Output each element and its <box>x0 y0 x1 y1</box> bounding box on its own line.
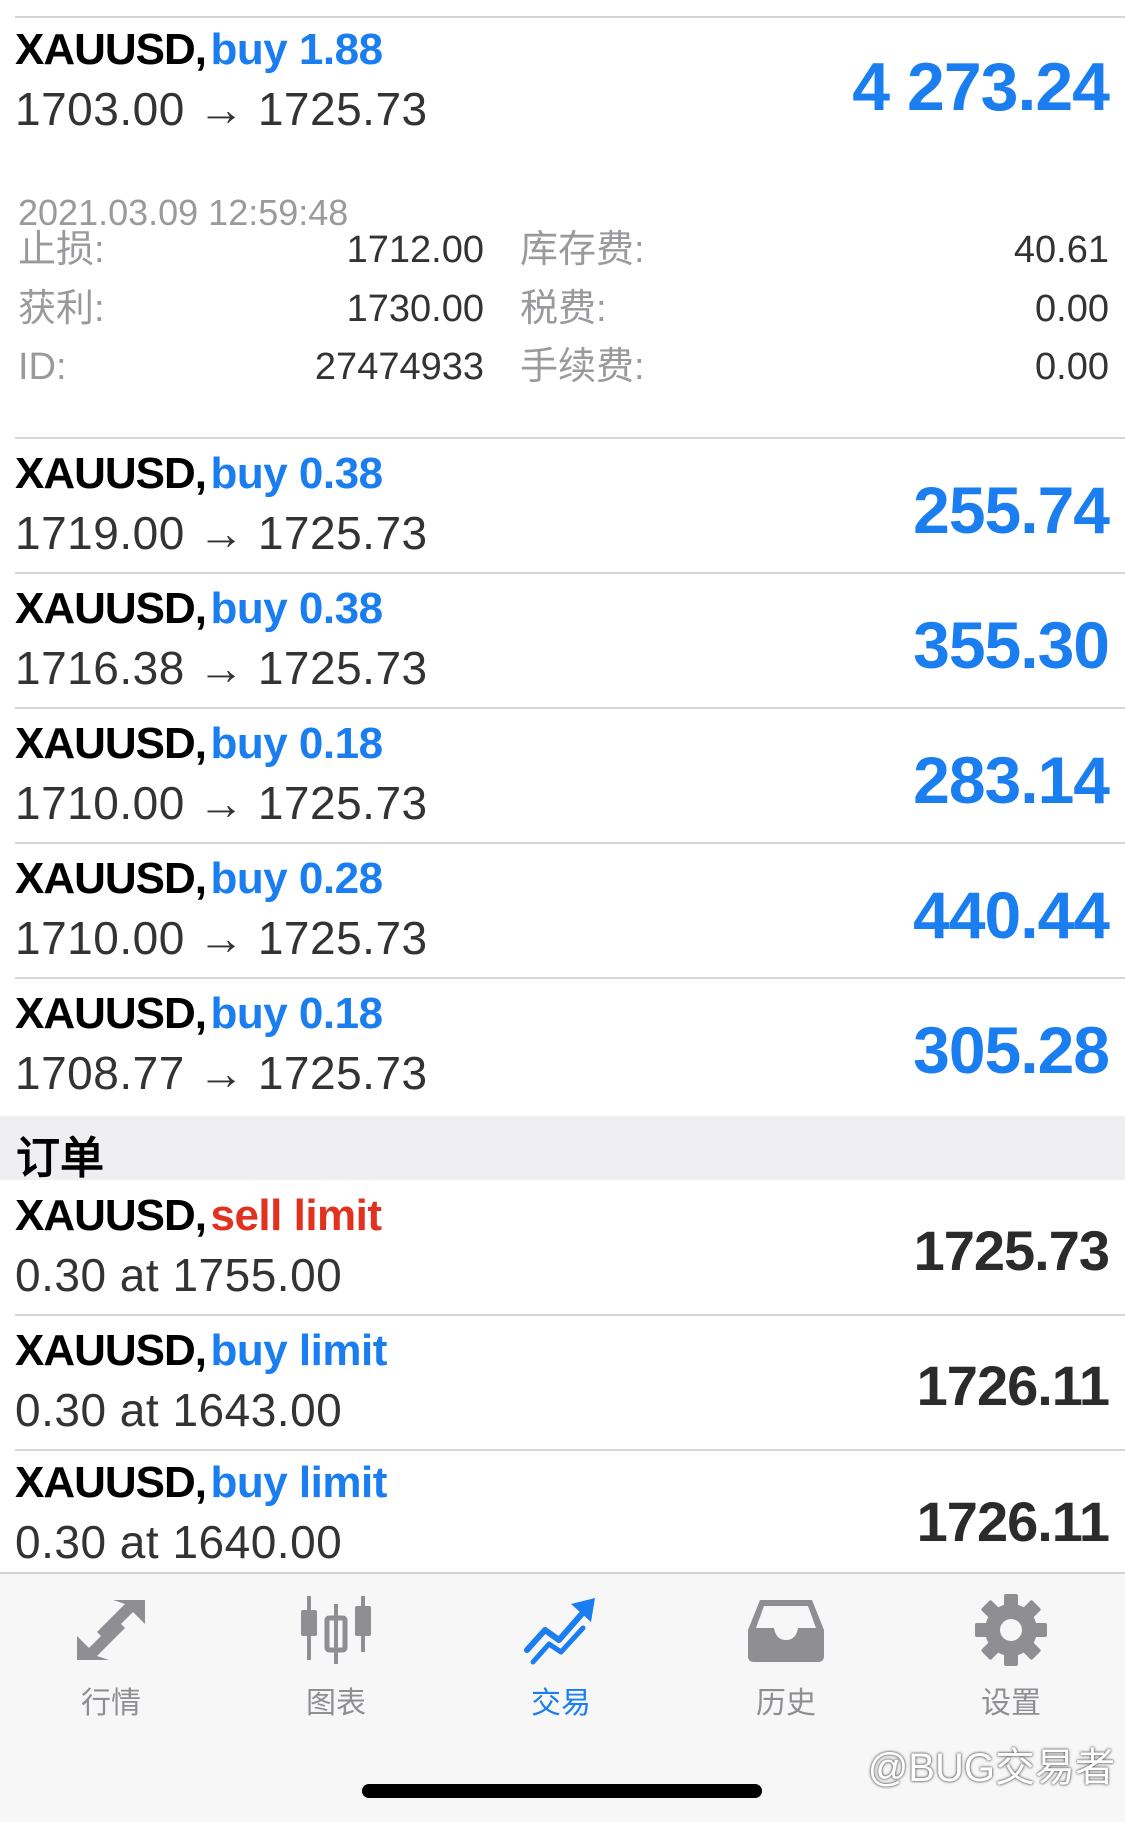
tax-label: 税费: <box>520 288 607 330</box>
open-price: 1710.00 <box>15 912 185 964</box>
order-row[interactable]: XAUUSD, buy limit 0.30 at 1640.00 1726.1… <box>0 1455 1125 1570</box>
tab-chart-label: 图表 <box>306 1687 366 1720</box>
position-side: buy 0.28 <box>210 854 383 903</box>
commission-value: 0.00 <box>1035 346 1109 388</box>
tab-settings-label: 设置 <box>981 1687 1041 1720</box>
order-market-price: 1726.11 <box>916 1354 1110 1417</box>
order-type: sell limit <box>210 1191 382 1240</box>
orders-section-header: 订单 <box>0 1116 1125 1183</box>
position-row[interactable]: XAUUSD, buy 0.38 1719.00 → 1725.73 255.7… <box>0 446 1125 571</box>
row-divider <box>15 842 1125 844</box>
row-divider <box>15 1314 1125 1316</box>
tab-trade-label: 交易 <box>531 1687 591 1720</box>
position-symbol: XAUUSD, <box>15 449 207 498</box>
current-price: 1725.73 <box>257 507 428 559</box>
tab-chart[interactable]: 图表 <box>256 1594 416 1722</box>
current-price: 1725.73 <box>257 83 428 135</box>
order-detail: 0.30 at 1755.00 <box>15 1249 343 1301</box>
position-row[interactable]: XAUUSD, buy 0.28 1710.00 → 1725.73 440.4… <box>0 851 1125 976</box>
tab-history[interactable]: 历史 <box>706 1594 866 1722</box>
order-detail: 0.30 at 1640.00 <box>15 1516 343 1568</box>
order-symbol: XAUUSD, <box>15 1326 207 1375</box>
row-divider <box>15 572 1125 574</box>
stop-loss-value: 1712.00 <box>346 229 484 271</box>
current-price: 1725.73 <box>257 912 428 964</box>
detail-row-takeprofit: 获利: 1730.00 税费: 0.00 <box>18 284 1109 334</box>
swap-label: 库存费: <box>520 229 645 271</box>
order-market-price: 1725.73 <box>913 1219 1110 1282</box>
row-divider <box>15 977 1125 979</box>
open-price: 1719.00 <box>15 507 185 559</box>
detail-row-id: ID: 27474933 手续费: 0.00 <box>18 342 1109 392</box>
arrow-right-icon: → <box>198 777 245 829</box>
order-detail: 0.30 at 1643.00 <box>15 1384 343 1436</box>
position-side: buy 0.18 <box>210 719 383 768</box>
take-profit-label: 获利: <box>18 288 105 330</box>
position-row[interactable]: XAUUSD, buy 0.18 1710.00 → 1725.73 283.1… <box>0 716 1125 841</box>
position-symbol: XAUUSD, <box>15 584 207 633</box>
position-side: buy 0.38 <box>210 584 383 633</box>
candlestick-icon <box>301 1596 371 1664</box>
tab-trade[interactable]: 交易 <box>481 1594 641 1722</box>
tab-history-label: 历史 <box>756 1687 816 1720</box>
detail-row-stoploss: 止损: 1712.00 库存费: 40.61 <box>18 225 1109 275</box>
watermark-text: @BUG交易者 <box>867 1746 1115 1790</box>
order-market-price: 1726.11 <box>916 1490 1110 1553</box>
position-profit: 440.44 <box>913 878 1110 952</box>
orders-section-title: 订单 <box>16 1134 104 1183</box>
position-side: buy 0.18 <box>210 989 383 1038</box>
arrow-right-icon: → <box>198 83 245 135</box>
home-indicator[interactable] <box>362 1784 762 1798</box>
swap-value: 40.61 <box>1013 229 1109 271</box>
current-price: 1725.73 <box>257 1047 428 1099</box>
trade-trend-icon <box>524 1598 595 1665</box>
order-type: buy limit <box>210 1458 387 1507</box>
tab-quotes[interactable]: 行情 <box>31 1594 191 1722</box>
order-row[interactable]: XAUUSD, buy limit 0.30 at 1643.00 1726.1… <box>0 1323 1125 1448</box>
open-price: 1716.38 <box>15 642 185 694</box>
order-row[interactable]: XAUUSD, sell limit 0.30 at 1755.00 1725.… <box>0 1188 1125 1313</box>
open-price: 1703.00 <box>15 83 185 135</box>
row-divider <box>15 437 1125 439</box>
position-profit: 305.28 <box>913 1013 1110 1087</box>
position-side: buy 1.88 <box>210 25 383 74</box>
current-price: 1725.73 <box>257 642 428 694</box>
commission-label: 手续费: <box>520 346 645 388</box>
position-row[interactable]: XAUUSD, buy 0.38 1716.38 → 1725.73 355.3… <box>0 581 1125 706</box>
position-symbol: XAUUSD, <box>15 989 207 1038</box>
take-profit-value: 1730.00 <box>346 288 484 330</box>
inbox-tray-icon <box>748 1600 824 1662</box>
tab-quotes-label: 行情 <box>81 1687 141 1720</box>
position-row-expanded[interactable]: XAUUSD, buy 1.88 1703.00 → 1725.73 4 273… <box>0 22 1125 388</box>
position-profit: 255.74 <box>913 473 1110 547</box>
position-profit: 355.30 <box>913 608 1110 682</box>
arrow-right-icon: → <box>198 507 245 559</box>
arrow-right-icon: → <box>198 642 245 694</box>
current-price: 1725.73 <box>257 777 428 829</box>
position-row[interactable]: XAUUSD, buy 0.18 1708.77 → 1725.73 305.2… <box>0 986 1125 1111</box>
tax-value: 0.00 <box>1035 288 1109 330</box>
open-price: 1710.00 <box>15 777 185 829</box>
stop-loss-label: 止损: <box>18 229 105 271</box>
gear-icon <box>975 1594 1047 1666</box>
id-label: ID: <box>18 346 67 388</box>
quotes-arrows-icon <box>77 1600 145 1660</box>
top-divider <box>15 16 1125 18</box>
arrow-right-icon: → <box>198 912 245 964</box>
order-type: buy limit <box>210 1326 387 1375</box>
tab-settings[interactable]: 设置 <box>931 1594 1091 1722</box>
position-profit: 283.14 <box>913 743 1110 817</box>
arrow-right-icon: → <box>198 1047 245 1099</box>
open-price: 1708.77 <box>15 1047 185 1099</box>
order-symbol: XAUUSD, <box>15 1458 207 1507</box>
position-side: buy 0.38 <box>210 449 383 498</box>
id-value: 27474933 <box>314 346 484 388</box>
position-symbol: XAUUSD, <box>15 25 207 74</box>
position-symbol: XAUUSD, <box>15 719 207 768</box>
row-divider <box>15 1449 1125 1451</box>
row-divider <box>15 707 1125 709</box>
order-symbol: XAUUSD, <box>15 1191 207 1240</box>
position-profit: 4 273.24 <box>852 49 1110 125</box>
position-symbol: XAUUSD, <box>15 854 207 903</box>
